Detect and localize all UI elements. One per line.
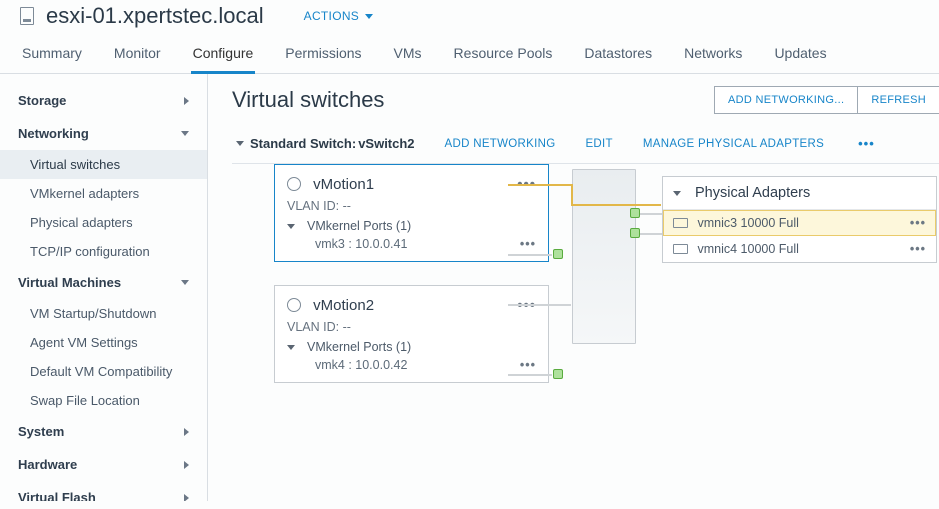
sidebar-item-agent-vm[interactable]: Agent VM Settings — [0, 328, 207, 357]
physical-adapters-title: Physical Adapters — [695, 185, 810, 201]
chevron-right-icon — [184, 494, 189, 502]
tab-monitor[interactable]: Monitor — [112, 37, 163, 73]
content-area: Virtual switches ADD NETWORKING... REFRE… — [208, 74, 939, 501]
host-title: esxi-01.xpertstec.local — [46, 3, 264, 29]
add-networking-button[interactable]: ADD NETWORKING... — [714, 86, 858, 114]
sidebar-storage-label: Storage — [18, 93, 66, 108]
main-tabs: Summary Monitor Configure Permissions VM… — [0, 37, 939, 74]
sidebar-item-tcpip[interactable]: TCP/IP configuration — [0, 237, 207, 266]
chevron-down-icon — [287, 224, 295, 229]
sidebar-vm-label: Virtual Machines — [18, 275, 121, 290]
chevron-down-icon — [287, 345, 295, 350]
more-actions-icon[interactable]: ••• — [854, 136, 879, 151]
port-status-icon — [553, 249, 563, 259]
tab-configure[interactable]: Configure — [191, 37, 256, 74]
nic-label: vmnic3 10000 Full — [697, 216, 798, 230]
nic-row[interactable]: vmnic3 10000 Full ••• — [663, 210, 936, 236]
sidebar-item-swap[interactable]: Swap File Location — [0, 386, 207, 415]
vmk-more-icon[interactable]: ••• — [520, 358, 536, 372]
vmk-more-icon[interactable]: ••• — [520, 237, 536, 251]
tab-datastores[interactable]: Datastores — [582, 37, 654, 73]
portgroup-vmotion1[interactable]: vMotion1 ••• VLAN ID: -- VMkernel Ports … — [274, 164, 549, 262]
tab-updates[interactable]: Updates — [772, 37, 828, 73]
tab-summary[interactable]: Summary — [20, 37, 84, 73]
physical-adapters-header[interactable]: Physical Adapters — [663, 177, 936, 210]
nic-row[interactable]: vmnic4 10000 Full ••• — [663, 236, 936, 262]
sidebar-item-vmkernel-adapters[interactable]: VMkernel adapters — [0, 179, 207, 208]
tab-permissions[interactable]: Permissions — [283, 37, 363, 73]
chevron-down-icon — [181, 280, 189, 285]
chevron-down-icon — [365, 14, 373, 19]
tab-resource-pools[interactable]: Resource Pools — [452, 37, 555, 73]
switch-collapse[interactable]: Standard Switch: vSwitch2 — [236, 136, 415, 151]
refresh-button[interactable]: REFRESH — [858, 86, 939, 114]
nic-icon — [673, 218, 688, 228]
sidebar-networking-label: Networking — [18, 126, 89, 141]
chevron-right-icon — [184, 461, 189, 469]
sidebar-system-label: System — [18, 424, 64, 439]
vlan-label: VLAN ID: -- — [287, 320, 536, 334]
tab-vms[interactable]: VMs — [392, 37, 424, 73]
edit-link[interactable]: EDIT — [585, 138, 612, 150]
sidebar-item-physical-adapters[interactable]: Physical adapters — [0, 208, 207, 237]
sidebar-virtual-machines[interactable]: Virtual Machines — [0, 266, 207, 299]
sidebar-vflash-label: Virtual Flash — [18, 490, 96, 501]
sidebar-virtual-flash[interactable]: Virtual Flash — [0, 481, 207, 501]
sidebar-system[interactable]: System — [0, 415, 207, 448]
chevron-down-icon — [673, 191, 681, 196]
portgroup-icon — [287, 177, 301, 191]
switch-diagram: vMotion1 ••• VLAN ID: -- VMkernel Ports … — [232, 164, 939, 464]
page-header: esxi-01.xpertstec.local ACTIONS — [0, 0, 939, 37]
nic-more-icon[interactable]: ••• — [910, 242, 926, 256]
port-status-icon — [630, 228, 640, 238]
portgroup-name: vMotion1 — [313, 176, 374, 193]
portgroup-name: vMotion2 — [313, 297, 374, 314]
ports-label: VMkernel Ports (1) — [307, 340, 411, 354]
chevron-right-icon — [184, 428, 189, 436]
sidebar-hardware[interactable]: Hardware — [0, 448, 207, 481]
nic-label: vmnic4 10000 Full — [697, 242, 798, 256]
sidebar-hardware-label: Hardware — [18, 457, 77, 472]
manage-adapters-link[interactable]: MANAGE PHYSICAL ADAPTERS — [643, 138, 824, 150]
chevron-right-icon — [184, 97, 189, 105]
portgroup-vmotion2[interactable]: vMotion2 ••• VLAN ID: -- VMkernel Ports … — [274, 285, 549, 383]
ports-expand[interactable]: VMkernel Ports (1) — [287, 340, 536, 354]
content-title: Virtual switches — [232, 87, 384, 113]
physical-adapters-panel: Physical Adapters vmnic3 10000 Full ••• … — [662, 176, 937, 263]
ports-label: VMkernel Ports (1) — [307, 219, 411, 233]
sidebar-item-vm-compat[interactable]: Default VM Compatibility — [0, 357, 207, 386]
nic-more-icon[interactable]: ••• — [910, 216, 926, 230]
vlan-label: VLAN ID: -- — [287, 199, 536, 213]
sidebar-item-virtual-switches[interactable]: Virtual switches — [0, 150, 207, 179]
sidebar-item-vm-startup[interactable]: VM Startup/Shutdown — [0, 299, 207, 328]
vmk-label: vmk3 : 10.0.0.41 — [315, 237, 407, 251]
add-networking-link[interactable]: ADD NETWORKING — [445, 138, 556, 150]
config-sidebar: Storage Networking Virtual switches VMke… — [0, 74, 208, 501]
ports-expand[interactable]: VMkernel Ports (1) — [287, 219, 536, 233]
switch-toolbar: Standard Switch: vSwitch2 ADD NETWORKING… — [232, 114, 939, 164]
chevron-down-icon — [236, 141, 244, 146]
host-icon — [20, 7, 34, 25]
actions-menu[interactable]: ACTIONS — [304, 9, 373, 23]
vmk-label: vmk4 : 10.0.0.42 — [315, 358, 407, 372]
tab-networks[interactable]: Networks — [682, 37, 744, 73]
chevron-down-icon — [181, 131, 189, 136]
actions-label: ACTIONS — [304, 9, 359, 23]
portgroup-icon — [287, 298, 301, 312]
port-status-icon — [630, 208, 640, 218]
sidebar-storage[interactable]: Storage — [0, 84, 207, 117]
uplink-box — [572, 169, 636, 344]
sidebar-networking[interactable]: Networking — [0, 117, 207, 150]
switch-name: vSwitch2 — [358, 136, 414, 151]
port-status-icon — [553, 369, 563, 379]
switch-label-prefix: Standard Switch: — [250, 136, 356, 151]
nic-icon — [673, 244, 688, 254]
